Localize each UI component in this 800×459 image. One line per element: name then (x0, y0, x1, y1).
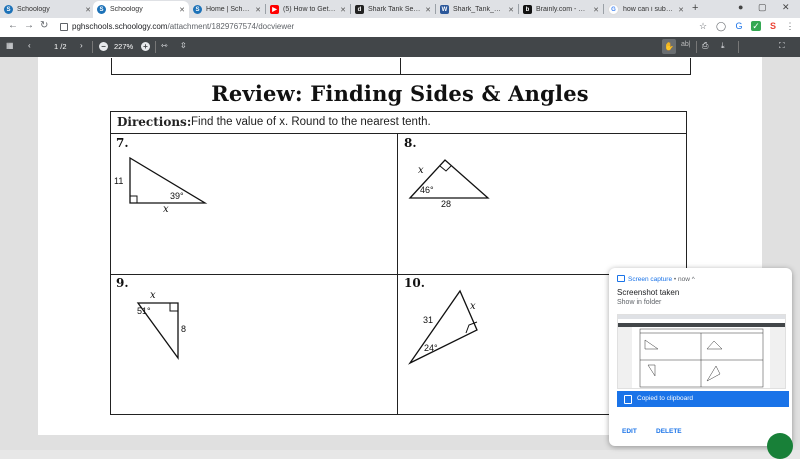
problem-10-side-label: 31 (423, 315, 434, 325)
floating-action-button[interactable] (767, 433, 793, 459)
screenshot-thumbnail[interactable] (617, 314, 786, 389)
problem-10-unknown-label: x (470, 301, 476, 312)
screen-capture-icon (617, 275, 625, 282)
notification-title: Screenshot taken (617, 288, 680, 297)
copied-banner: Copied to clipboard (617, 391, 789, 407)
clipboard-icon (624, 395, 632, 404)
problem-10-angle-label: 24° (424, 343, 438, 353)
show-in-folder-link[interactable]: Show in folder (617, 299, 661, 306)
delete-button[interactable]: DELETE (656, 428, 682, 435)
edit-button[interactable]: EDIT (622, 428, 637, 435)
screen-capture-notification[interactable]: Screen capture • now ^ Screenshot taken … (609, 268, 792, 446)
notification-source: Screen capture • now ^ (617, 275, 695, 283)
